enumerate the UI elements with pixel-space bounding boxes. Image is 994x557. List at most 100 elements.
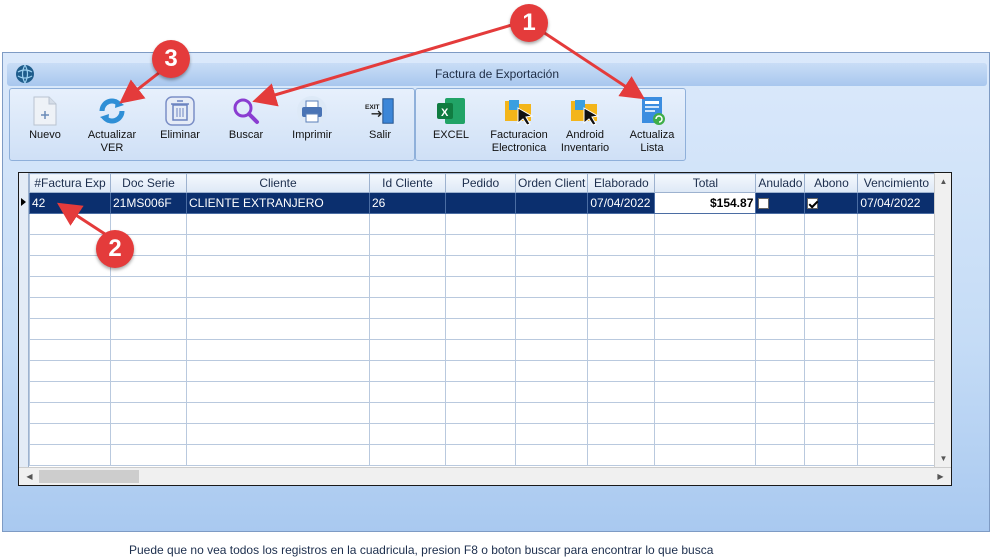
empty-table-row[interactable]: [29, 234, 936, 256]
empty-cell[interactable]: [514, 276, 589, 298]
empty-cell[interactable]: [186, 360, 370, 382]
empty-cell[interactable]: [654, 213, 757, 235]
empty-cell[interactable]: [110, 339, 187, 361]
empty-cell[interactable]: [369, 234, 446, 256]
empty-cell[interactable]: [654, 276, 757, 298]
scroll-down-icon[interactable]: ▼: [935, 450, 951, 467]
empty-cell[interactable]: [445, 423, 516, 445]
empty-cell[interactable]: [514, 339, 589, 361]
empty-cell[interactable]: [857, 276, 936, 298]
empty-cell[interactable]: [514, 360, 589, 382]
empty-cell[interactable]: [514, 234, 589, 256]
empty-cell[interactable]: [369, 318, 446, 340]
empty-cell[interactable]: [445, 360, 516, 382]
empty-cell[interactable]: [514, 213, 589, 235]
empty-cell[interactable]: [110, 360, 187, 382]
empty-cell[interactable]: [857, 360, 936, 382]
empty-cell[interactable]: [186, 297, 370, 319]
invoice-grid[interactable]: #Factura Exp Doc Serie Cliente Id Client…: [18, 172, 952, 486]
empty-cell[interactable]: [804, 381, 859, 403]
empty-cell[interactable]: [369, 423, 446, 445]
empty-cell[interactable]: [755, 255, 806, 277]
android-inventory-button[interactable]: Android Inventario: [556, 95, 614, 155]
empty-cell[interactable]: [587, 276, 656, 298]
empty-cell[interactable]: [445, 402, 516, 424]
empty-cell[interactable]: [29, 297, 111, 319]
col-header-elaborado[interactable]: Elaborado: [587, 173, 656, 193]
empty-table-row[interactable]: [29, 276, 936, 298]
empty-cell[interactable]: [857, 402, 936, 424]
empty-cell[interactable]: [755, 360, 806, 382]
empty-cell[interactable]: [857, 234, 936, 256]
empty-cell[interactable]: [186, 318, 370, 340]
col-header-id-cliente[interactable]: Id Cliente: [369, 173, 446, 193]
empty-cell[interactable]: [857, 339, 936, 361]
empty-cell[interactable]: [110, 402, 187, 424]
empty-table-row[interactable]: [29, 444, 936, 466]
cell-vencimiento[interactable]: 07/04/2022: [857, 192, 936, 214]
col-header-total[interactable]: Total: [654, 173, 757, 193]
empty-cell[interactable]: [110, 423, 187, 445]
empty-cell[interactable]: [29, 276, 111, 298]
empty-cell[interactable]: [445, 255, 516, 277]
empty-cell[interactable]: [755, 297, 806, 319]
empty-cell[interactable]: [110, 276, 187, 298]
empty-cell[interactable]: [857, 444, 936, 466]
empty-cell[interactable]: [654, 423, 757, 445]
cell-doc-serie[interactable]: 21MS006F: [110, 192, 187, 214]
cell-pedido[interactable]: [445, 192, 516, 214]
empty-cell[interactable]: [654, 234, 757, 256]
empty-cell[interactable]: [29, 318, 111, 340]
empty-cell[interactable]: [445, 213, 516, 235]
empty-cell[interactable]: [110, 444, 187, 466]
empty-cell[interactable]: [654, 297, 757, 319]
empty-cell[interactable]: [857, 423, 936, 445]
empty-cell[interactable]: [654, 339, 757, 361]
empty-cell[interactable]: [29, 444, 111, 466]
empty-cell[interactable]: [587, 213, 656, 235]
col-header-cliente[interactable]: Cliente: [186, 173, 370, 193]
empty-cell[interactable]: [29, 423, 111, 445]
cell-elaborado[interactable]: 07/04/2022: [587, 192, 656, 214]
empty-cell[interactable]: [29, 360, 111, 382]
empty-cell[interactable]: [804, 402, 859, 424]
empty-cell[interactable]: [654, 255, 757, 277]
empty-cell[interactable]: [514, 381, 589, 403]
scroll-left-icon[interactable]: ◀: [21, 468, 38, 485]
empty-cell[interactable]: [804, 213, 859, 235]
empty-cell[interactable]: [514, 423, 589, 445]
empty-cell[interactable]: [369, 444, 446, 466]
empty-cell[interactable]: [514, 402, 589, 424]
horizontal-scroll-thumb[interactable]: [39, 470, 139, 483]
empty-cell[interactable]: [186, 213, 370, 235]
empty-cell[interactable]: [445, 339, 516, 361]
empty-cell[interactable]: [369, 339, 446, 361]
empty-cell[interactable]: [445, 381, 516, 403]
empty-cell[interactable]: [587, 234, 656, 256]
cell-total[interactable]: $154.87: [654, 192, 757, 214]
empty-cell[interactable]: [587, 360, 656, 382]
new-button[interactable]: Nuevo: [20, 95, 70, 142]
empty-cell[interactable]: [755, 381, 806, 403]
empty-table-row[interactable]: [29, 318, 936, 340]
empty-cell[interactable]: [369, 213, 446, 235]
empty-cell[interactable]: [654, 381, 757, 403]
cell-orden[interactable]: [514, 192, 589, 214]
empty-cell[interactable]: [514, 297, 589, 319]
empty-table-row[interactable]: [29, 255, 936, 277]
print-button[interactable]: Imprimir: [286, 95, 338, 142]
empty-cell[interactable]: [857, 381, 936, 403]
empty-cell[interactable]: [804, 318, 859, 340]
empty-cell[interactable]: [186, 276, 370, 298]
empty-cell[interactable]: [804, 276, 859, 298]
empty-cell[interactable]: [654, 402, 757, 424]
empty-cell[interactable]: [654, 318, 757, 340]
scroll-right-icon[interactable]: ▶: [932, 468, 949, 485]
empty-cell[interactable]: [445, 234, 516, 256]
empty-cell[interactable]: [369, 276, 446, 298]
refresh-button[interactable]: Actualizar VER: [82, 95, 142, 155]
empty-cell[interactable]: [857, 297, 936, 319]
cell-anulado[interactable]: [755, 192, 806, 214]
col-header-pedido[interactable]: Pedido: [445, 173, 516, 193]
empty-table-row[interactable]: [29, 423, 936, 445]
